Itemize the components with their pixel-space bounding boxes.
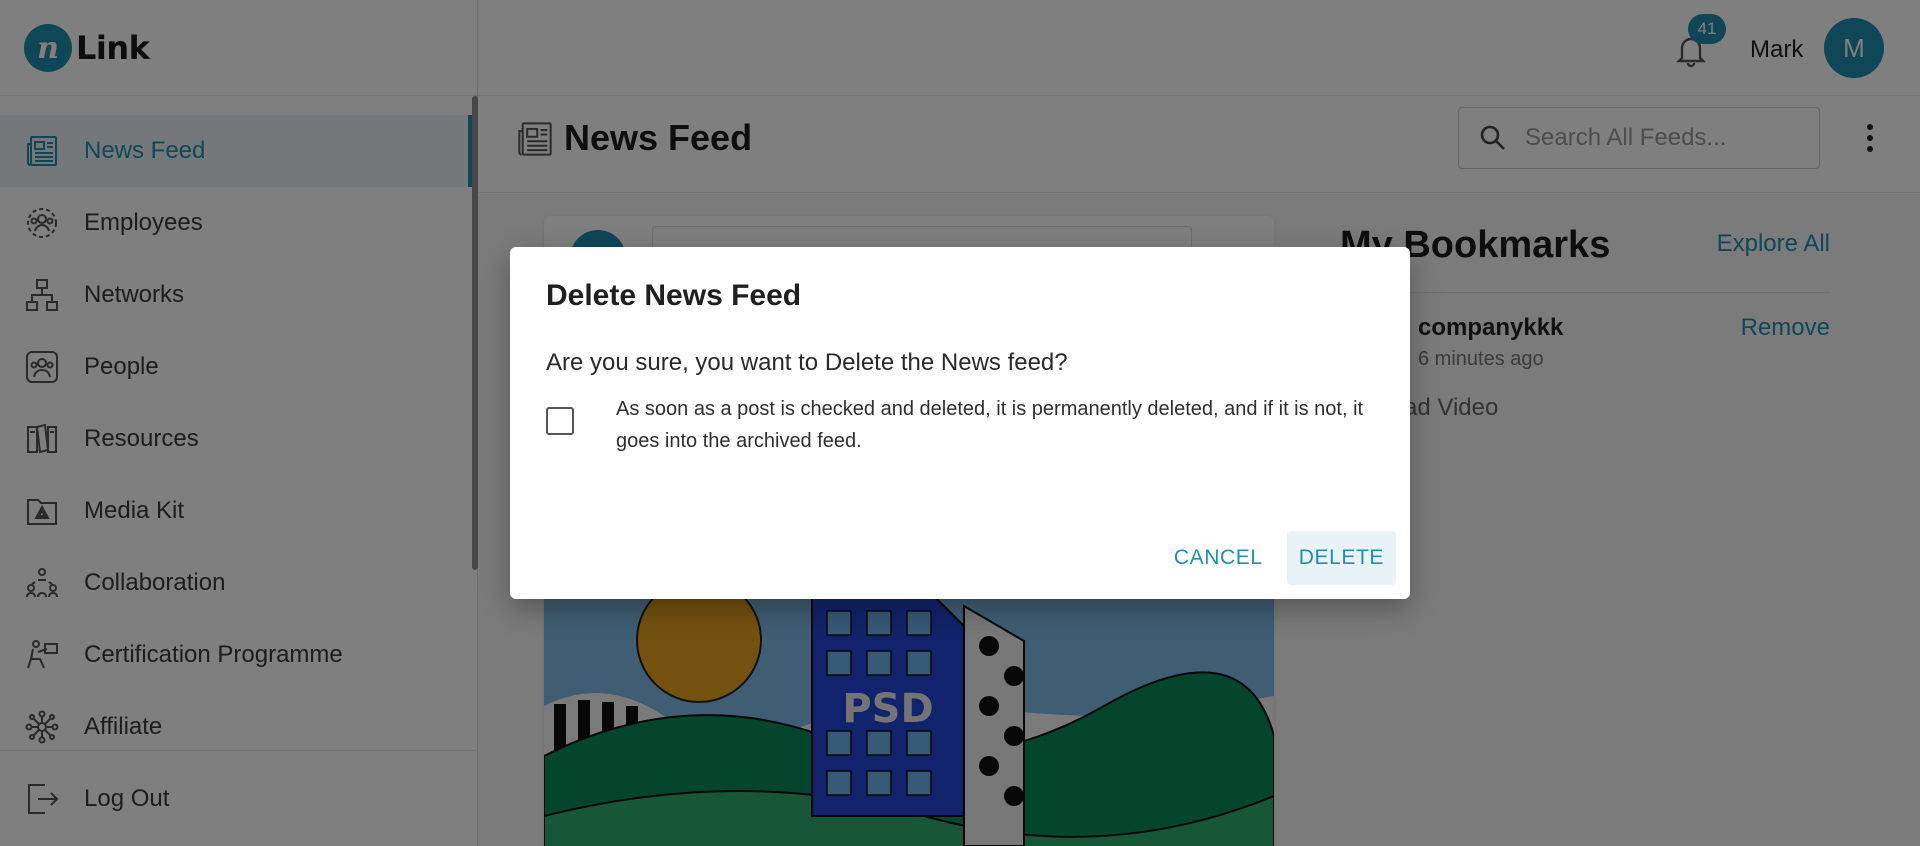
cancel-button[interactable]: CANCEL (1162, 531, 1275, 585)
delete-button[interactable]: DELETE (1286, 531, 1396, 585)
permanent-delete-checkbox[interactable] (546, 407, 574, 435)
dialog-actions: CANCEL DELETE (1162, 531, 1396, 585)
dialog-note: As soon as a post is checked and deleted… (616, 398, 1364, 452)
dialog-question: Are you sure, you want to Delete the New… (546, 349, 1068, 376)
dialog-title: Delete News Feed (546, 279, 802, 312)
delete-news-feed-dialog: Delete News Feed Are you sure, you want … (510, 247, 1410, 599)
